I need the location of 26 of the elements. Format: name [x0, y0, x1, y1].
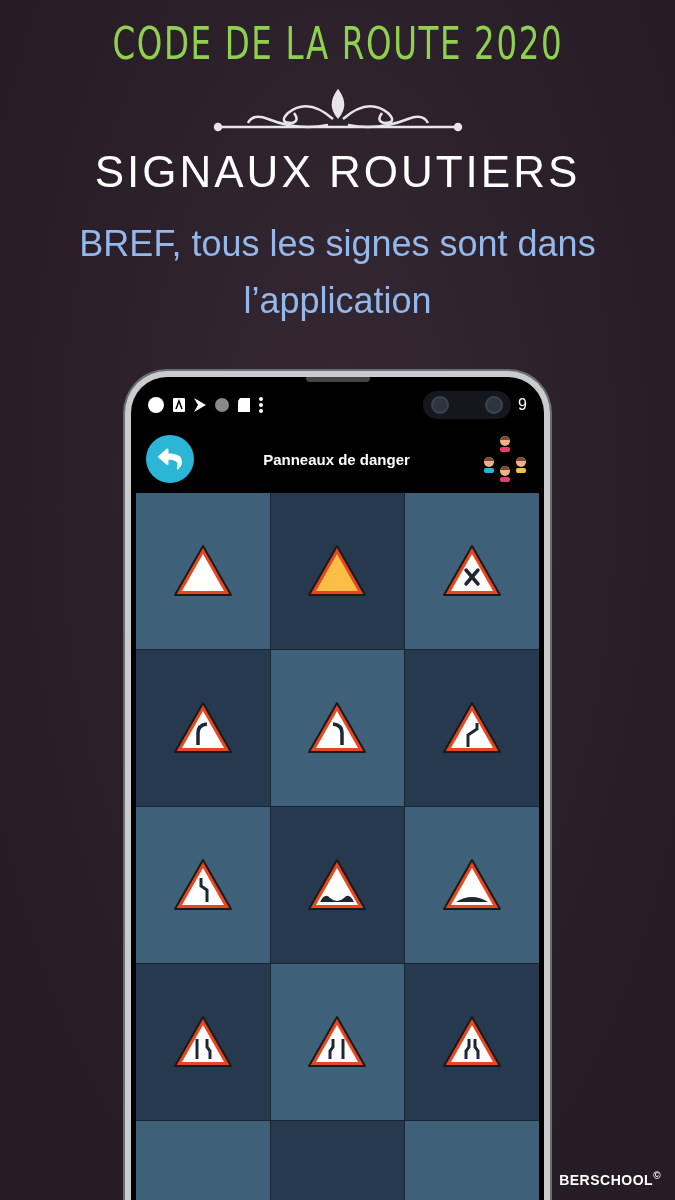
subtitle: BREF, tous les signes sont dans l’application: [78, 222, 597, 323]
sign-tile[interactable]: [270, 650, 405, 806]
circle-icon: [148, 397, 164, 413]
reply-arrow-icon: [158, 447, 182, 471]
dot-icon: [215, 398, 229, 412]
sign-tile[interactable]: [136, 650, 270, 806]
sign-tile[interactable]: [270, 964, 405, 1120]
sign-tile[interactable]: [405, 964, 539, 1120]
sign-tile[interactable]: [405, 650, 539, 806]
sign-tile[interactable]: [405, 493, 539, 649]
screen-title: Panneaux de danger: [263, 450, 410, 468]
sign-tile[interactable]: [136, 493, 270, 649]
play-store-icon: [194, 398, 206, 412]
status-time: 9: [518, 396, 527, 414]
sign-tile[interactable]: [136, 964, 270, 1120]
brand-label: BERSCHOOL$^{©}$: [559, 1170, 661, 1188]
sign-tile[interactable]: [405, 807, 539, 963]
sd-card-icon: [238, 398, 250, 412]
more-icon: [259, 397, 263, 413]
sign-tile[interactable]: [270, 807, 405, 963]
back-button[interactable]: [146, 435, 194, 483]
sign-tile[interactable]: [136, 807, 270, 963]
sign-tile[interactable]: [270, 493, 405, 649]
app-title: CODE DE LA ROUTE 2020: [112, 18, 563, 69]
letter-a-icon: [173, 398, 185, 412]
heading: SIGNAUX ROUTIERS: [94, 147, 581, 197]
